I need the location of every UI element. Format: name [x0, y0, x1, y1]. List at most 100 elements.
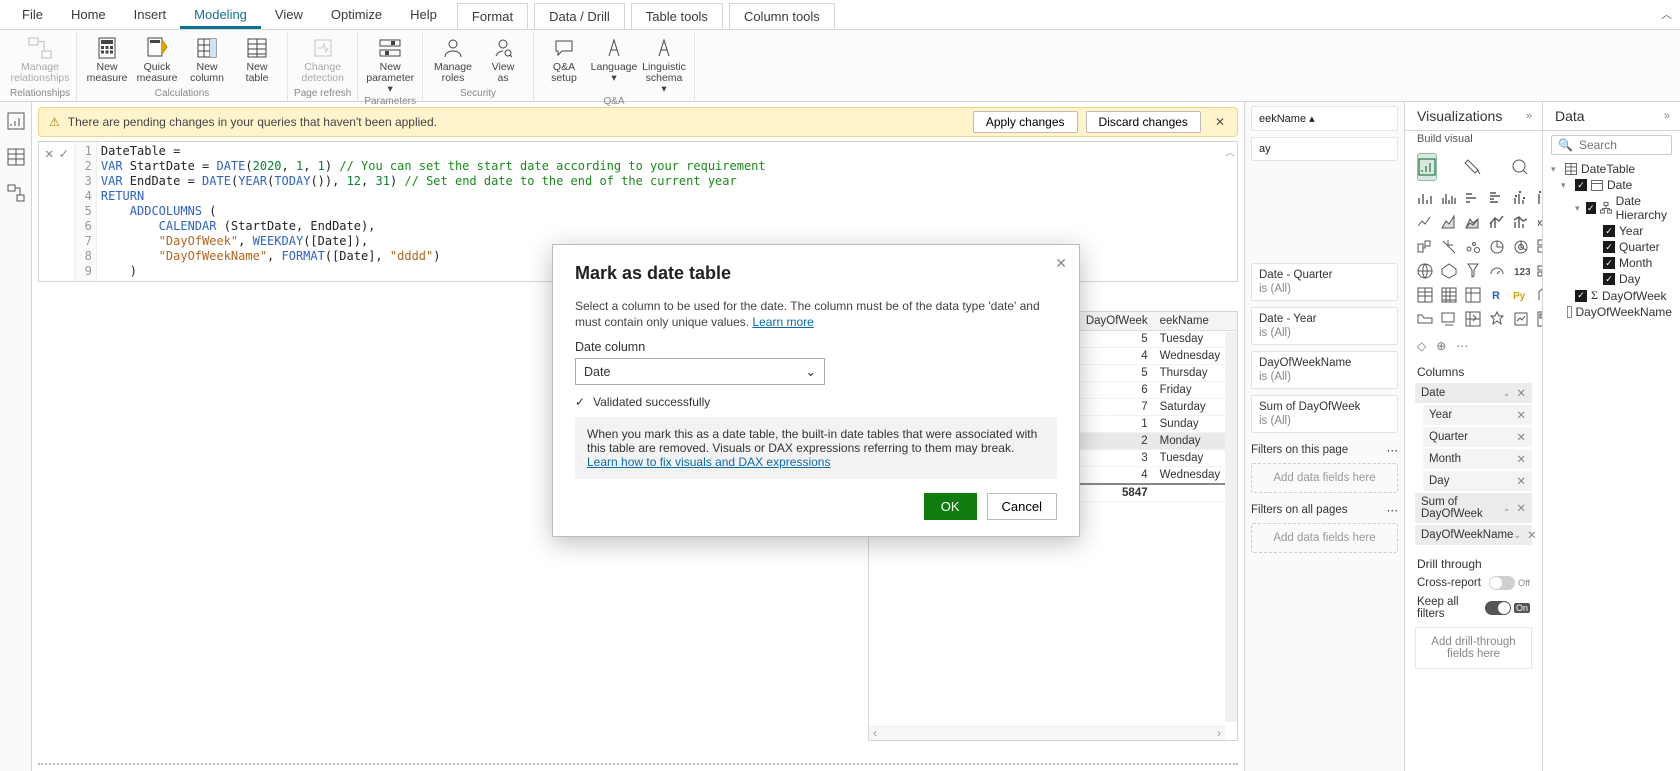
get-more-visuals-icon[interactable]: ⊕ — [1436, 339, 1446, 353]
tree-field-node[interactable]: DayOfWeekName — [1549, 304, 1674, 320]
visual-type-icon[interactable] — [1511, 237, 1531, 257]
formula-collapse-icon[interactable]: ︿ — [1223, 142, 1237, 281]
fields-search-input[interactable]: 🔍 Search — [1551, 135, 1672, 155]
remove-field-icon[interactable]: ✕ — [1516, 408, 1526, 422]
table-header[interactable]: DayOfWeek — [1069, 312, 1154, 331]
cross-report-toggle[interactable] — [1489, 576, 1515, 590]
view-as-button[interactable]: Viewas — [479, 34, 527, 84]
visual-type-icon[interactable] — [1511, 213, 1531, 233]
new-measure-button[interactable]: Newmeasure — [83, 34, 131, 84]
new-table-button[interactable]: Newtable — [233, 34, 281, 84]
field-pill[interactable]: DayOfWeekName⌄✕ — [1415, 525, 1532, 545]
ctx-tab-data-drill[interactable]: Data / Drill — [534, 3, 625, 29]
filter-card[interactable]: Sum of DayOfWeekis (All) — [1251, 395, 1398, 433]
language-button[interactable]: Language▾ — [590, 34, 638, 84]
table-scrollbar-vertical[interactable] — [1225, 332, 1237, 722]
visual-type-icon[interactable] — [1415, 261, 1435, 281]
filter-card[interactable]: Date - Yearis (All) — [1251, 307, 1398, 345]
visual-type-icon[interactable] — [1511, 189, 1531, 209]
ctx-tab-format[interactable]: Format — [457, 3, 528, 29]
more-icon[interactable]: ⋯ — [1387, 443, 1399, 457]
tree-level-node[interactable]: ✓Month — [1549, 255, 1674, 271]
discard-changes-button[interactable]: Discard changes — [1086, 111, 1201, 133]
cancel-button[interactable]: Cancel — [987, 493, 1057, 520]
hierarchy-checkbox[interactable]: ✓ — [1586, 202, 1596, 214]
chevron-down-icon[interactable]: ⌄ — [1513, 530, 1521, 541]
remove-field-icon[interactable]: ✕ — [1516, 501, 1526, 515]
qa-setup-button[interactable]: Q&Asetup — [540, 34, 588, 84]
tab-home[interactable]: Home — [57, 1, 120, 29]
remove-field-icon[interactable]: ✕ — [1516, 474, 1526, 488]
formula-commit-icon[interactable]: ✓ — [59, 146, 67, 162]
tab-optimize[interactable]: Optimize — [317, 1, 396, 29]
remove-field-icon[interactable]: ✕ — [1516, 430, 1526, 444]
pane-expand-icon[interactable]: » — [1526, 110, 1532, 122]
tree-level-node[interactable]: ✓Day — [1549, 271, 1674, 287]
field-pill[interactable]: Quarter✕ — [1423, 427, 1532, 447]
quick-measure-button[interactable]: Quickmeasure — [133, 34, 181, 84]
tab-insert[interactable]: Insert — [120, 1, 181, 29]
field-pill[interactable]: Date⌄✕ — [1415, 383, 1532, 403]
visual-type-icon[interactable] — [1487, 261, 1507, 281]
custom-visual-icon[interactable]: ◇ — [1417, 339, 1426, 353]
fix-visuals-link[interactable]: Learn how to fix visuals and DAX express… — [587, 455, 830, 469]
level-checkbox[interactable]: ✓ — [1603, 257, 1615, 269]
visual-type-icon[interactable]: R — [1487, 285, 1507, 305]
level-checkbox[interactable]: ✓ — [1603, 225, 1615, 237]
visual-type-icon[interactable] — [1415, 189, 1435, 209]
chevron-down-icon[interactable]: ⌄ — [1503, 503, 1511, 514]
visual-type-icon[interactable] — [1463, 213, 1483, 233]
field-pill[interactable]: Sum of DayOfWeek⌄✕ — [1415, 493, 1532, 523]
visual-type-icon[interactable] — [1511, 309, 1531, 329]
ribbon-collapse-icon[interactable]: ︿ — [1661, 6, 1672, 22]
manage-roles-button[interactable]: Manageroles — [429, 34, 477, 84]
more-ellipsis-icon[interactable]: ⋯ — [1456, 339, 1468, 353]
table-scrollbar-horizontal[interactable]: ‹› — [869, 726, 1225, 740]
linguistic-schema-button[interactable]: Linguisticschema ▾ — [640, 34, 688, 95]
visual-type-icon[interactable] — [1487, 189, 1507, 209]
visual-type-icon[interactable] — [1439, 285, 1459, 305]
visual-type-icon[interactable] — [1415, 309, 1435, 329]
field-pill[interactable]: Day✕ — [1423, 471, 1532, 491]
tab-view[interactable]: View — [261, 1, 317, 29]
model-view-icon[interactable] — [7, 184, 25, 202]
visual-type-icon[interactable] — [1463, 285, 1483, 305]
visual-type-icon[interactable] — [1463, 309, 1483, 329]
visual-type-icon[interactable] — [1463, 237, 1483, 257]
visual-type-icon[interactable] — [1439, 213, 1459, 233]
visual-type-icon[interactable]: 123 — [1511, 261, 1531, 281]
visual-type-icon[interactable] — [1415, 285, 1435, 305]
new-parameter-button[interactable]: Newparameter ▾ — [366, 34, 414, 95]
visual-type-icon[interactable] — [1415, 237, 1435, 257]
pane-expand-icon[interactable]: » — [1664, 110, 1670, 122]
visual-type-icon[interactable] — [1487, 237, 1507, 257]
date-column-select[interactable]: Date ⌄ — [575, 358, 825, 385]
keep-filters-toggle[interactable] — [1485, 601, 1511, 615]
all-filters-dropzone[interactable]: Add data fields here — [1251, 523, 1398, 553]
filter-subheader-fragment[interactable]: ay — [1251, 137, 1398, 161]
chevron-down-icon[interactable]: ⌄ — [1503, 388, 1511, 399]
filter-card[interactable]: DayOfWeekNameis (All) — [1251, 351, 1398, 389]
visual-type-icon[interactable]: Py — [1511, 285, 1531, 305]
build-visual-mode[interactable] — [1417, 153, 1437, 181]
more-icon[interactable]: ⋯ — [1387, 503, 1399, 517]
tab-help[interactable]: Help — [396, 1, 451, 29]
tree-hierarchy-node[interactable]: ▾ ✓ Date Hierarchy — [1549, 193, 1674, 223]
remove-field-icon[interactable]: ✕ — [1516, 386, 1526, 400]
ok-button[interactable]: OK — [924, 493, 977, 520]
field-pill[interactable]: Year✕ — [1423, 405, 1532, 425]
page-filters-dropzone[interactable]: Add data fields here — [1251, 463, 1398, 493]
field-checkbox[interactable]: ✓ — [1575, 290, 1587, 302]
dialog-close-icon[interactable]: ✕ — [1055, 255, 1067, 272]
field-pill[interactable]: Month✕ — [1423, 449, 1532, 469]
tree-table-node[interactable]: ▾ DateTable — [1549, 161, 1674, 177]
level-checkbox[interactable]: ✓ — [1603, 241, 1615, 253]
visual-type-icon[interactable] — [1439, 309, 1459, 329]
table-view-icon[interactable] — [7, 148, 25, 166]
remove-field-icon[interactable]: ✕ — [1516, 452, 1526, 466]
drill-through-dropzone[interactable]: Add drill-through fields here — [1415, 627, 1532, 669]
tab-file[interactable]: File — [8, 1, 57, 29]
learn-more-link[interactable]: Learn more — [752, 315, 813, 329]
change-detection-button[interactable]: Changedetection — [299, 34, 347, 84]
tab-modeling[interactable]: Modeling — [180, 1, 261, 29]
